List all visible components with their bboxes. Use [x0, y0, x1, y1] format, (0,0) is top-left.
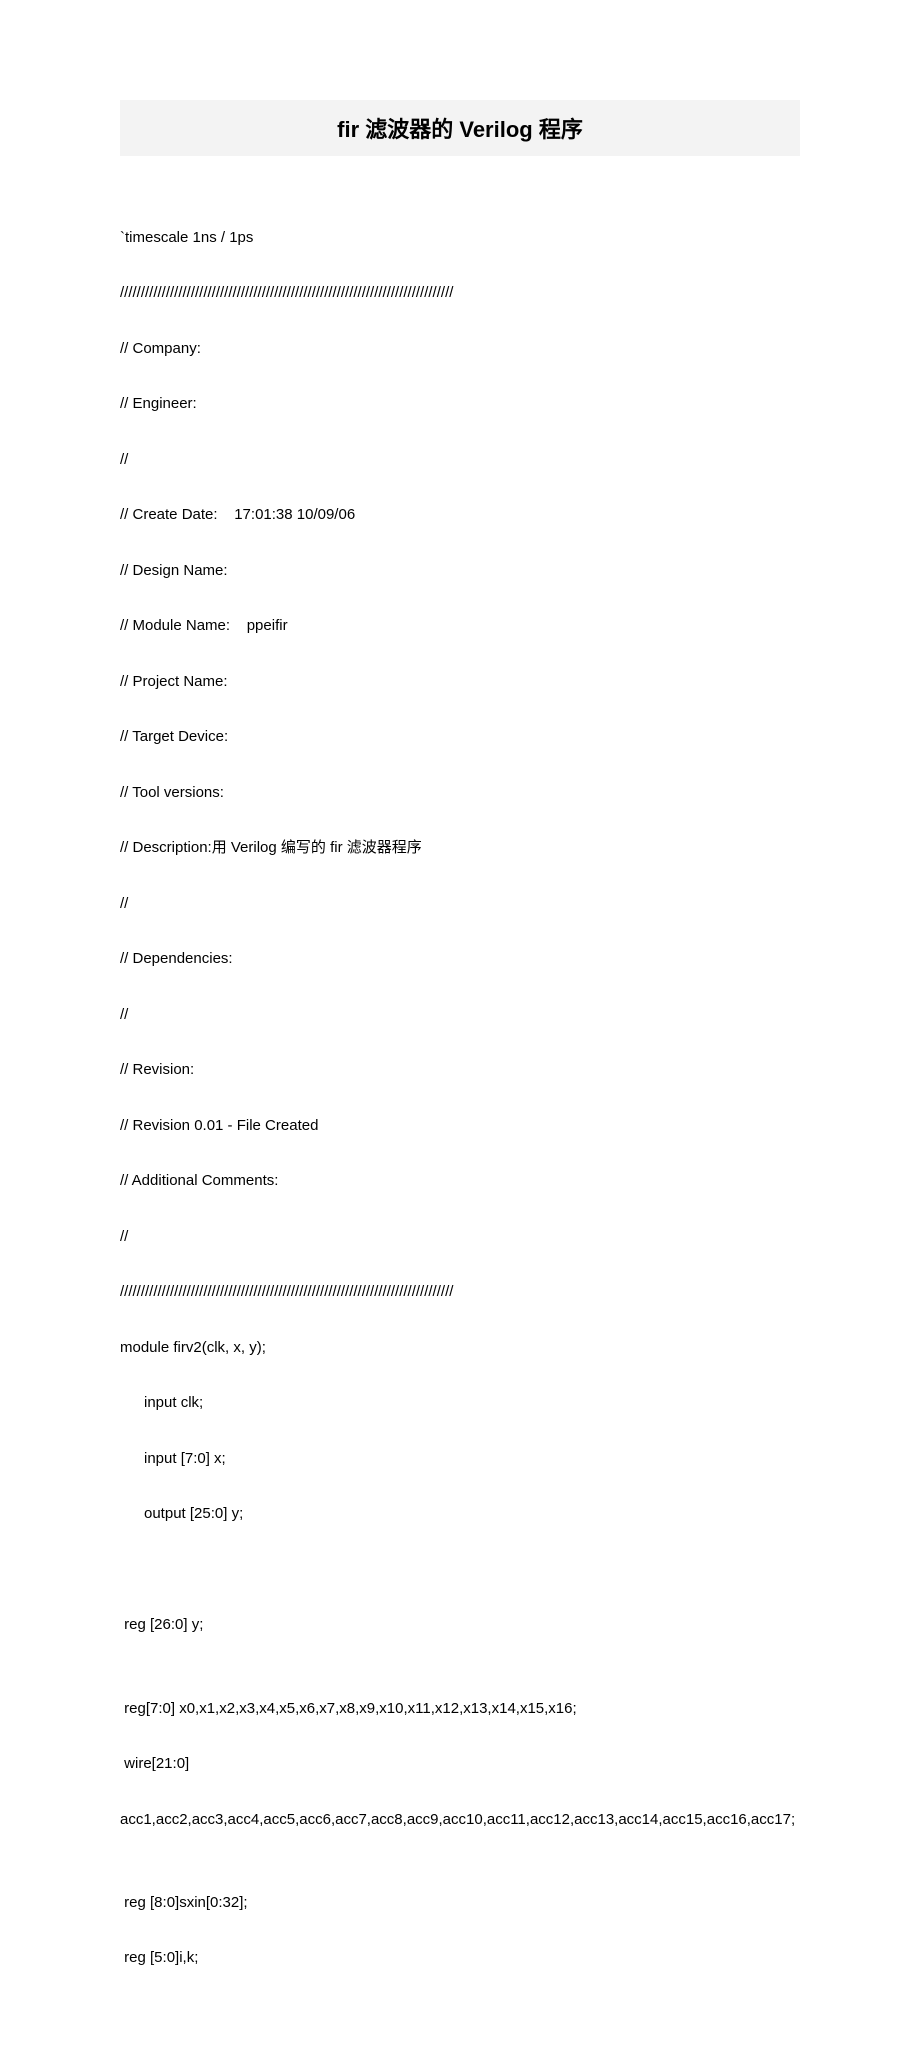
code-line: module firv2(clk, x, y);	[120, 1334, 800, 1362]
code-line: // Project Name:	[120, 668, 800, 696]
code-line: // Design Name:	[120, 557, 800, 585]
code-line: // Company:	[120, 335, 800, 363]
code-line: //	[120, 446, 800, 474]
code-line: // Revision 0.01 - File Created	[120, 1112, 800, 1140]
code-line: `timescale 1ns / 1ps	[120, 224, 800, 252]
code-line: // Revision:	[120, 1056, 800, 1084]
code-line: // Tool versions:	[120, 779, 800, 807]
code-line: // Description:用 Verilog 编写的 fir 滤波器程序	[120, 834, 800, 862]
code-line: // Additional Comments:	[120, 1167, 800, 1195]
title-banner: fir 滤波器的 Verilog 程序	[120, 100, 800, 156]
code-line: reg[7:0] x0,x1,x2,x3,x4,x5,x6,x7,x8,x9,x…	[120, 1695, 800, 1723]
code-line: reg [5:0]i,k;	[120, 1944, 800, 1972]
page-title: fir 滤波器的 Verilog 程序	[120, 112, 800, 144]
code-line: //	[120, 890, 800, 918]
code-line: wire[21:0]	[120, 1750, 800, 1778]
code-line: input clk;	[120, 1389, 800, 1417]
code-line: // Dependencies:	[120, 945, 800, 973]
code-content: `timescale 1ns / 1ps ///////////////////…	[120, 196, 800, 2000]
code-line: // Module Name: ppeifir	[120, 612, 800, 640]
code-line: //	[120, 1001, 800, 1029]
code-line: output [25:0] y;	[120, 1500, 800, 1528]
code-line: // Create Date: 17:01:38 10/09/06	[120, 501, 800, 529]
code-line: ////////////////////////////////////////…	[120, 279, 800, 307]
code-line: input [7:0] x;	[120, 1445, 800, 1473]
code-line: reg [26:0] y;	[120, 1611, 800, 1639]
code-line: acc1,acc2,acc3,acc4,acc5,acc6,acc7,acc8,…	[120, 1806, 800, 1834]
code-line: //	[120, 1223, 800, 1251]
code-line: reg [8:0]sxin[0:32];	[120, 1889, 800, 1917]
code-line: // Target Device:	[120, 723, 800, 751]
code-line: // Engineer:	[120, 390, 800, 418]
